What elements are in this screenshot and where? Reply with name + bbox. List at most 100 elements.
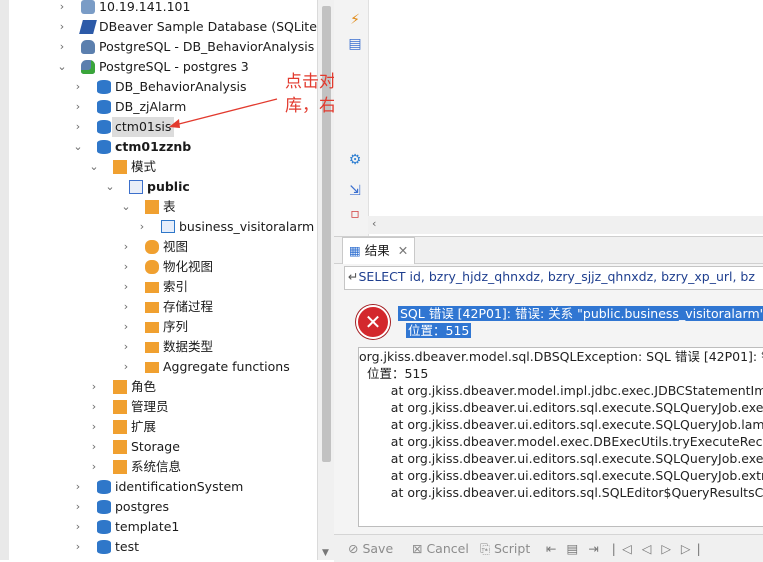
tree-item[interactable]: › PostgreSQL - DB_BehaviorAnalysis bbox=[9, 37, 317, 57]
chevron-right-icon[interactable]: › bbox=[72, 537, 84, 557]
chevron-down-icon[interactable]: ⌄ bbox=[104, 177, 116, 197]
tree-item[interactable]: › identificationSystem bbox=[9, 477, 317, 497]
tree-item-label: 表 bbox=[163, 199, 176, 214]
tree-item-label: test bbox=[115, 539, 140, 554]
chevron-right-icon[interactable]: › bbox=[120, 317, 132, 337]
chevron-right-icon[interactable]: › bbox=[72, 97, 84, 117]
folder-icon bbox=[145, 362, 159, 373]
new-script-icon[interactable]: ▫ bbox=[347, 206, 363, 222]
tree-item[interactable]: › 索引 bbox=[9, 277, 317, 297]
tab-results-label: 结果 bbox=[364, 243, 390, 258]
chevron-right-icon[interactable]: › bbox=[120, 237, 132, 257]
chevron-right-icon[interactable]: › bbox=[72, 517, 84, 537]
script-button[interactable]: ⎘ Script bbox=[480, 535, 530, 562]
tree-item-label: Storage bbox=[131, 439, 180, 454]
tree-item[interactable]: ⌄ 模式 bbox=[9, 157, 317, 177]
stack-trace-line: at org.jkiss.dbeaver.model.impl.jdbc.exe… bbox=[359, 383, 763, 398]
tab-results[interactable]: ▦ 结果 ✕ bbox=[342, 237, 416, 264]
tree-item[interactable]: › postgres bbox=[9, 497, 317, 517]
chevron-right-icon[interactable]: › bbox=[88, 437, 100, 457]
chevron-right-icon[interactable]: › bbox=[56, 37, 68, 57]
tree-item[interactable]: › 存储过程 bbox=[9, 297, 317, 317]
tree-item[interactable]: ⌄ 表 bbox=[9, 197, 317, 217]
chevron-right-icon[interactable]: › bbox=[88, 397, 100, 417]
table-icon bbox=[161, 220, 175, 233]
tree-item-label: ctm01zznb bbox=[115, 139, 192, 154]
cancel-label: Cancel bbox=[426, 541, 469, 556]
chevron-right-icon[interactable]: › bbox=[120, 297, 132, 317]
tree-item-label: template1 bbox=[115, 519, 180, 534]
chevron-right-icon[interactable]: › bbox=[136, 217, 148, 237]
stack-trace-line: at org.jkiss.dbeaver.ui.editors.sql.exec… bbox=[359, 468, 763, 483]
export-icon[interactable]: ⇲ bbox=[347, 183, 363, 199]
tree-item-label: 扩展 bbox=[131, 419, 157, 434]
tree-item-label: 系统信息 bbox=[131, 459, 182, 474]
scroll-down-icon[interactable]: ▼ bbox=[322, 548, 329, 558]
tree-item-label: public bbox=[147, 179, 190, 194]
tree-item-label: business_visitoralarm bbox=[179, 219, 315, 234]
chevron-right-icon[interactable]: › bbox=[72, 477, 84, 497]
storage-icon bbox=[113, 440, 127, 454]
scroll-left-icon[interactable]: ‹ bbox=[372, 217, 376, 230]
chevron-down-icon[interactable]: ⌄ bbox=[56, 57, 68, 77]
tree-item[interactable]: › 管理员 bbox=[9, 397, 317, 417]
navigation-icons[interactable]: ⇤ ▤ ⇥ ❘◁ ◁ ▷ ▷❘ bbox=[546, 535, 707, 562]
chevron-right-icon[interactable]: › bbox=[88, 377, 100, 397]
sql-editor-area[interactable] bbox=[334, 0, 763, 236]
tree-item[interactable]: › business_visitoralarm bbox=[9, 217, 317, 237]
chevron-right-icon[interactable]: › bbox=[88, 457, 100, 477]
tree-item[interactable]: › 数据类型 bbox=[9, 337, 317, 357]
chevron-down-icon[interactable]: ⌄ bbox=[120, 197, 132, 217]
chevron-down-icon[interactable]: ⌄ bbox=[72, 137, 84, 157]
save-button[interactable]: ⊘ Save bbox=[348, 535, 393, 562]
chevron-right-icon[interactable]: › bbox=[120, 337, 132, 357]
tree-item-label: 管理员 bbox=[131, 399, 169, 414]
chevron-right-icon[interactable]: › bbox=[72, 77, 84, 97]
tree-item[interactable]: › DB_BehaviorAnalysis bbox=[9, 77, 317, 97]
chevron-right-icon[interactable]: › bbox=[72, 117, 84, 137]
tree-item-label: 物化视图 bbox=[163, 259, 214, 274]
tree-item-label: 角色 bbox=[131, 379, 157, 394]
tree-item[interactable]: › template1 bbox=[9, 517, 317, 537]
tree-item[interactable]: › DBeaver Sample Database (SQLite) bbox=[9, 17, 317, 37]
editor-horizontal-scrollbar[interactable]: ‹ bbox=[368, 216, 763, 234]
stack-trace-box[interactable]: org.jkiss.dbeaver.model.sql.DBSQLExcepti… bbox=[358, 347, 763, 527]
sql-query-field[interactable]: ↵SELECT id, bzry_hjdz_qhnxdz, bzry_sjjz_… bbox=[344, 266, 763, 290]
tree-item[interactable]: › 扩展 bbox=[9, 417, 317, 437]
execute-script-icon[interactable]: ⚡ bbox=[347, 12, 363, 28]
chevron-right-icon[interactable]: › bbox=[120, 277, 132, 297]
tree-item[interactable]: ⌄ ctm01zznb bbox=[9, 137, 317, 157]
results-panel: ▦ 结果 ✕ ↵SELECT id, bzry_hjdz_qhnxdz, bzr… bbox=[334, 236, 763, 562]
close-icon[interactable]: ✕ bbox=[398, 243, 408, 258]
chevron-right-icon[interactable]: › bbox=[72, 497, 84, 517]
tree-item[interactable]: › Storage bbox=[9, 437, 317, 457]
settings-gear-icon[interactable]: ⚙ bbox=[347, 152, 363, 168]
chevron-right-icon[interactable]: › bbox=[120, 257, 132, 277]
database-navigator-tree[interactable]: › 10.19.141.101 › DBeaver Sample Database (… bbox=[9, 0, 317, 560]
explain-plan-icon[interactable]: ▤ bbox=[347, 36, 363, 52]
chevron-right-icon[interactable]: › bbox=[120, 357, 132, 377]
tree-item[interactable]: ⌄ public bbox=[9, 177, 317, 197]
tree-item[interactable]: ⌄ PostgreSQL - postgres 3 bbox=[9, 57, 317, 77]
tree-item-label: 索引 bbox=[163, 279, 189, 294]
chevron-right-icon[interactable]: › bbox=[88, 417, 100, 437]
stack-trace-line: at org.jkiss.dbeaver.model.exec.DBExecUt… bbox=[359, 434, 763, 449]
tree-item[interactable]: › 物化视图 bbox=[9, 257, 317, 277]
tree-item[interactable]: › 10.19.141.101 bbox=[9, 0, 317, 17]
folder-icon bbox=[145, 302, 159, 313]
chevron-right-icon[interactable]: › bbox=[56, 0, 68, 17]
tree-item[interactable]: › test bbox=[9, 537, 317, 557]
tree-item[interactable]: › 视图 bbox=[9, 237, 317, 257]
chevron-right-icon[interactable]: › bbox=[56, 17, 68, 37]
tree-item[interactable]: › Aggregate functions bbox=[9, 357, 317, 377]
tree-item[interactable]: › 角色 bbox=[9, 377, 317, 397]
cancel-button[interactable]: ⊠ Cancel bbox=[412, 535, 469, 562]
tree-item[interactable]: › 序列 bbox=[9, 317, 317, 337]
stack-trace-line: at org.jkiss.dbeaver.ui.editors.sql.SQLE… bbox=[359, 485, 763, 500]
postgres-icon bbox=[81, 40, 95, 54]
chevron-down-icon[interactable]: ⌄ bbox=[88, 157, 100, 177]
results-tab-bar: ▦ 结果 ✕ bbox=[334, 237, 763, 264]
tree-item[interactable]: › 系统信息 bbox=[9, 457, 317, 477]
extensions-icon bbox=[113, 420, 127, 434]
editor-side-toolbar: ⚡ ▤ ⚙ ⇲ ▫ bbox=[334, 0, 369, 236]
